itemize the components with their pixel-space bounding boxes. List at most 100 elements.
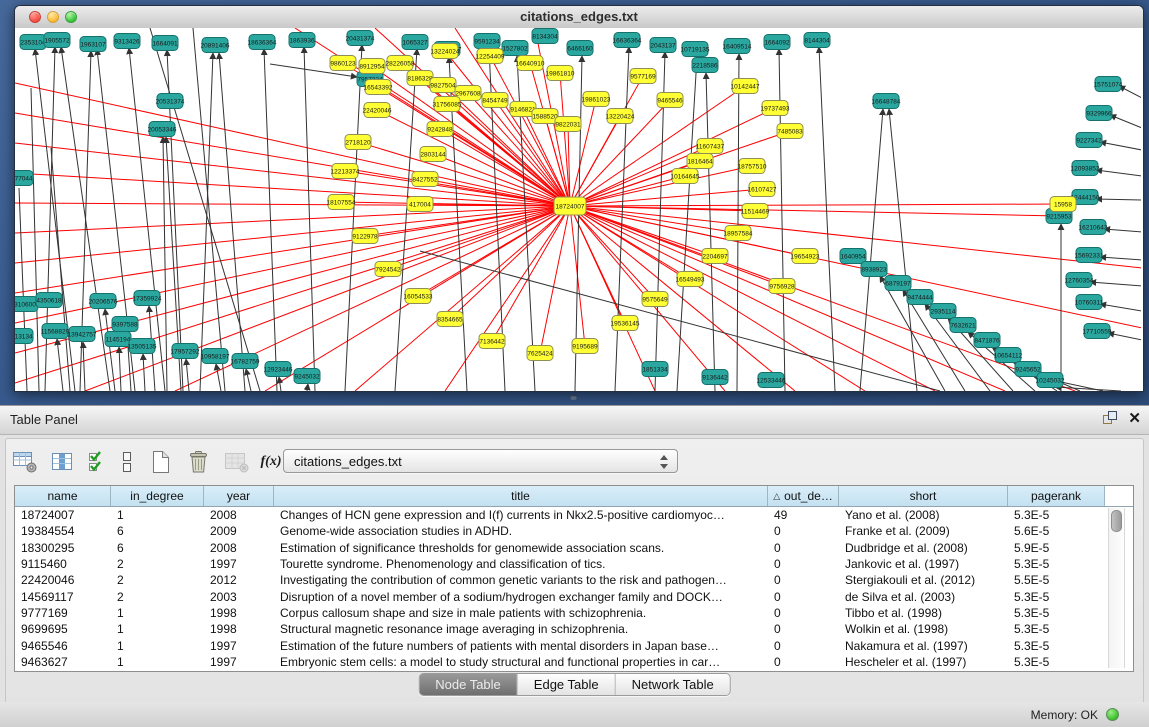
network-node[interactable]: 16210643 (1079, 220, 1108, 235)
network-node[interactable]: 6879197 (885, 276, 911, 291)
import-table-button[interactable] (222, 447, 252, 477)
network-node[interactable]: 9822031 (555, 117, 581, 132)
column-header-out_de[interactable]: △out_de… (768, 486, 839, 506)
network-node[interactable]: 12533446 (757, 373, 786, 388)
network-node[interactable]: 20206576 (89, 294, 118, 309)
column-header-in_degree[interactable]: in_degree (111, 486, 204, 506)
network-node[interactable]: 12760354 (1065, 273, 1094, 288)
column-header-year[interactable]: year (204, 486, 274, 506)
network-node[interactable]: 8186328 (407, 71, 433, 86)
network-canvas[interactable]: 2353104190557219631079313426166409120891… (15, 28, 1141, 391)
select-rows-button[interactable] (86, 447, 108, 477)
network-node[interactable]: 10654112 (994, 348, 1023, 363)
table-row[interactable]: 977716911998Corpus callosum shape and si… (15, 605, 1133, 621)
network-node[interactable]: 13224024 (431, 44, 460, 59)
network-node[interactable]: 28226058 (386, 56, 415, 71)
network-node[interactable]: 2218586 (692, 58, 718, 73)
network-node[interactable]: 9122978 (352, 229, 378, 244)
network-node[interactable]: 9577169 (630, 69, 656, 84)
network-node[interactable]: 12923446 (264, 362, 293, 377)
network-node[interactable]: 1640954 (840, 249, 866, 264)
network-node[interactable]: 2353104 (20, 35, 46, 50)
network-hub-node[interactable]: 18724007 (554, 197, 586, 215)
network-node[interactable]: 19654923 (791, 249, 820, 264)
network-node[interactable]: 7924542 (375, 262, 401, 277)
column-header-title[interactable]: title (274, 486, 768, 506)
network-node[interactable]: 16782759 (231, 354, 260, 369)
network-node[interactable]: 11568829 (41, 324, 70, 339)
table-row[interactable]: 1872400712008Changes of HCN gene express… (15, 507, 1133, 523)
network-node[interactable]: 1963107 (80, 37, 106, 52)
close-panel-button[interactable]: ✕ (1128, 410, 1141, 428)
panel-splitter[interactable] (0, 390, 1149, 405)
float-panel-button[interactable] (1102, 410, 1118, 428)
network-node[interactable]: 19737493 (761, 101, 790, 116)
network-node[interactable]: 10164645 (671, 169, 700, 184)
tab-node-table[interactable]: Node Table (419, 674, 518, 695)
close-button[interactable] (29, 11, 41, 23)
network-node[interactable]: 19536145 (611, 316, 640, 331)
network-node[interactable]: 17957292 (171, 344, 200, 359)
select-columns-button[interactable] (48, 447, 78, 477)
table-row[interactable]: 1938455462009Genome-wide association stu… (15, 523, 1133, 539)
network-node[interactable]: 8454749 (482, 93, 508, 108)
network-node[interactable]: 8912954 (359, 59, 385, 74)
network-node[interactable]: 9474444 (907, 290, 933, 305)
network-node[interactable]: 1588520 (532, 109, 558, 124)
network-node[interactable]: 9591234 (474, 34, 500, 49)
network-node[interactable]: 9313426 (114, 34, 140, 49)
network-node[interactable]: 19861810 (546, 66, 575, 81)
network-node[interactable]: 1664092 (764, 35, 790, 50)
network-node[interactable]: 9860123 (330, 56, 356, 71)
network-node[interactable]: 15751074 (1094, 77, 1123, 92)
network-node[interactable]: 12213374 (331, 164, 360, 179)
row-height-button[interactable] (116, 447, 138, 477)
network-node[interactable]: 1664091 (152, 36, 178, 51)
table-row[interactable]: 969969511998Structural magnetic resonanc… (15, 621, 1133, 637)
table-row[interactable]: 2242004622012Investigating the contribut… (15, 572, 1133, 588)
network-node[interactable]: 9195689 (572, 339, 598, 354)
network-node[interactable]: 13505135 (128, 339, 157, 354)
network-node[interactable]: 20431374 (346, 31, 375, 46)
tab-edge-table[interactable]: Edge Table (518, 674, 616, 695)
window-titlebar[interactable]: citations_edges.txt (15, 6, 1143, 29)
scrollbar-thumb[interactable] (1111, 510, 1122, 532)
vertical-scrollbar[interactable] (1108, 508, 1125, 668)
network-node[interactable]: 2935114 (930, 304, 956, 319)
network-node[interactable]: 15692331 (1075, 248, 1104, 263)
network-node[interactable]: 16648784 (872, 94, 901, 109)
tab-network-table[interactable]: Network Table (616, 674, 730, 695)
network-node[interactable]: 18636364 (248, 35, 277, 50)
network-node[interactable]: 7625424 (527, 346, 553, 361)
network-node[interactable]: 7632621 (950, 318, 976, 333)
network-node[interactable]: 2803144 (420, 147, 446, 162)
network-node[interactable]: 9245032 (294, 369, 320, 384)
network-node[interactable]: 2204697 (702, 249, 728, 264)
network-node[interactable]: 16054533 (404, 289, 433, 304)
network-node[interactable]: 8134304 (532, 29, 558, 44)
network-node[interactable]: 10245032 (1036, 373, 1065, 388)
table-row[interactable]: 1456911722003Disruption of a novel membe… (15, 588, 1133, 604)
network-node[interactable]: 7485083 (777, 124, 803, 139)
network-node[interactable]: 31756085 (433, 97, 462, 112)
network-node[interactable]: 11607437 (696, 139, 725, 154)
column-header-short[interactable]: short (839, 486, 1008, 506)
network-node[interactable]: 20053346 (148, 122, 177, 137)
table-row[interactable]: 911546021997Tourette syndrome. Phenomeno… (15, 556, 1133, 572)
network-node[interactable]: 16640910 (516, 56, 545, 71)
network-node[interactable]: 9397588 (112, 317, 138, 332)
network-node[interactable]: 8938923 (861, 262, 887, 277)
network-node[interactable]: 7136442 (479, 334, 505, 349)
network-node[interactable]: 9313134 (15, 329, 33, 344)
network-node[interactable]: 1527802 (502, 41, 528, 56)
network-node[interactable]: 1851334 (642, 362, 668, 377)
network-node[interactable]: 12093852 (1071, 161, 1100, 176)
network-node[interactable]: 20531374 (156, 94, 185, 109)
network-node[interactable]: 9827504 (430, 78, 456, 93)
network-node[interactable]: 1905572 (44, 33, 70, 48)
network-node[interactable]: 22420046 (363, 103, 392, 118)
network-node[interactable]: 13942757 (68, 327, 97, 342)
network-node[interactable]: 9136442 (702, 370, 728, 385)
network-node[interactable]: 10760311 (1075, 295, 1104, 310)
delete-table-button[interactable] (184, 447, 214, 477)
